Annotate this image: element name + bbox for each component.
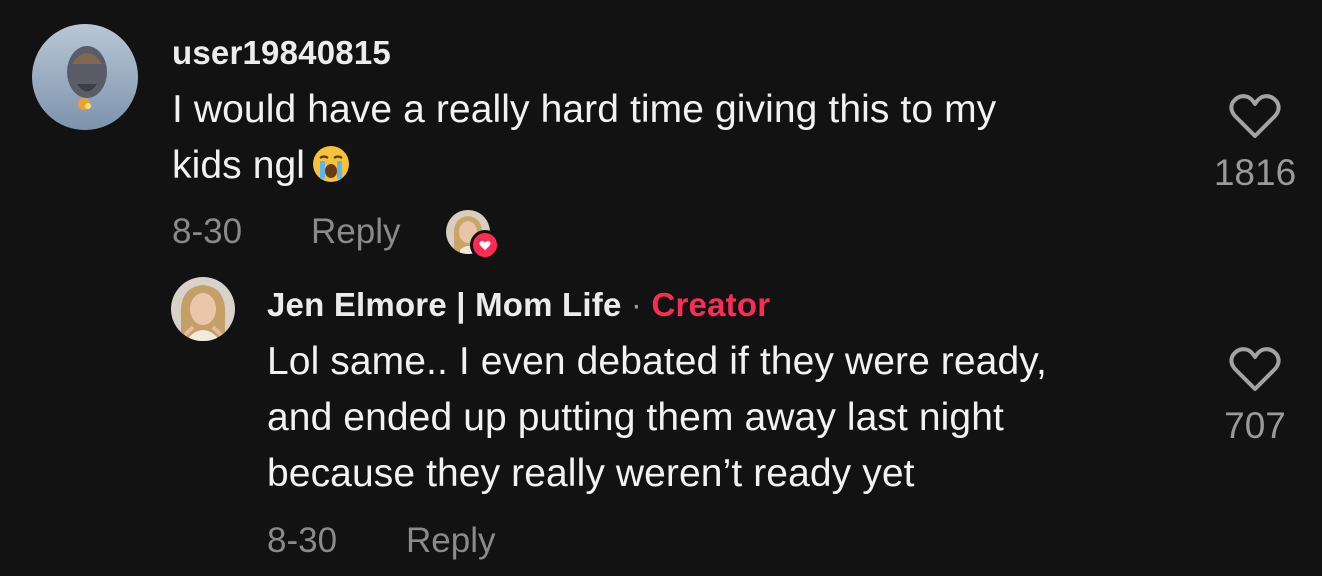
heart-outline-icon[interactable] <box>1228 92 1282 140</box>
comment-text-line-content: kids ngl <box>172 144 306 187</box>
comment-text-line: I would have a really hard time giving t… <box>172 88 997 131</box>
reply-button[interactable]: Reply <box>311 212 400 252</box>
comment-text: I would have a really hard time giving t… <box>172 82 996 194</box>
commenter-username[interactable]: user19840815 <box>172 34 391 72</box>
comment-date: 8-30 <box>172 212 243 251</box>
commenter-avatar[interactable] <box>32 24 138 130</box>
loudly-crying-face-emoji-icon <box>311 144 351 184</box>
heart-outline-icon[interactable] <box>1228 345 1282 393</box>
creator-liked-indicator <box>446 210 500 260</box>
reply-username-row: Jen Elmore | Mom Life · Creator <box>267 286 770 324</box>
reply-text: Lol same.. I even debated if they were r… <box>267 334 1047 502</box>
reply-like-count: 707 <box>1224 405 1286 446</box>
creator-badge: Creator <box>651 286 771 323</box>
reply-text-line: Lol same.. I even debated if they were r… <box>267 340 1047 383</box>
reply-text-line: and ended up putting them away last nigh… <box>267 396 1004 439</box>
reply-username[interactable]: Jen Elmore | Mom Life <box>267 286 622 323</box>
reply-date: 8-30 <box>267 521 338 560</box>
separator-dot: · <box>630 286 643 323</box>
reply-text-line: because they really weren’t ready yet <box>267 452 915 495</box>
like-count: 1816 <box>1213 152 1297 193</box>
comment-text-line: kids ngl <box>172 138 996 194</box>
reply-avatar[interactable] <box>171 277 235 341</box>
reply-reply-button[interactable]: Reply <box>406 521 495 561</box>
heart-filled-icon <box>470 230 500 260</box>
